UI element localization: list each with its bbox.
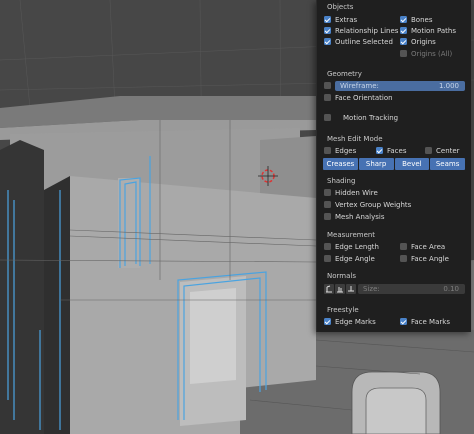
checkbox-icon <box>400 318 407 325</box>
back-door <box>118 178 140 268</box>
checkbox-icon <box>400 38 407 45</box>
checkbox-icon <box>324 82 331 89</box>
sharp-toggle[interactable]: Sharp <box>358 158 394 170</box>
display-split-normals-button[interactable] <box>335 284 345 294</box>
checkbox-icon <box>324 318 331 325</box>
wireframe-slider[interactable]: Wireframe: 1.000 <box>335 81 465 91</box>
section-title-freestyle: Freestyle <box>327 306 359 314</box>
checkbox-icon <box>324 16 331 23</box>
wireframe-value: 1.000 <box>438 82 459 90</box>
edge-marks-toggle-group: Creases Sharp Bevel Seams <box>323 158 465 170</box>
creases-toggle[interactable]: Creases <box>323 158 358 170</box>
checkbox-icon <box>324 243 331 250</box>
left-pillar <box>0 140 44 434</box>
display-face-normals-button[interactable] <box>346 284 356 294</box>
checkbox-icon <box>400 50 407 57</box>
checkbox-icon <box>400 243 407 250</box>
normals-size-label: Size: <box>363 285 380 293</box>
seams-toggle[interactable]: Seams <box>430 158 465 170</box>
display-vertex-normals-button[interactable] <box>324 284 334 294</box>
checkbox-icon <box>324 255 331 262</box>
checkbox-icon <box>400 27 407 34</box>
section-title-shading: Shading <box>327 177 356 185</box>
checkbox-icon <box>324 38 331 45</box>
armchair <box>351 371 441 434</box>
section-title-objects: Objects <box>327 3 354 11</box>
checkbox-icon <box>400 16 407 23</box>
wireframe-label: Wireframe: <box>340 82 379 90</box>
face-normals-icon <box>348 286 354 292</box>
left-wall-dark <box>44 176 70 434</box>
normals-size-value: 0.10 <box>443 285 459 293</box>
section-title-mesh-edit-mode: Mesh Edit Mode <box>327 135 383 143</box>
checkbox-icon <box>376 147 383 154</box>
checkbox-icon <box>324 147 331 154</box>
checkbox-icon <box>324 201 331 208</box>
checkbox-icon <box>324 27 331 34</box>
split-normals-icon <box>337 287 343 293</box>
checkbox-icon <box>324 114 331 121</box>
bevel-toggle[interactable]: Bevel <box>394 158 430 170</box>
section-title-geometry: Geometry <box>327 70 362 78</box>
normals-size-slider[interactable]: Size: 0.10 <box>358 284 465 294</box>
section-title-measurement: Measurement <box>327 231 376 239</box>
doorway-interior <box>190 288 236 384</box>
checkbox-icon <box>425 147 432 154</box>
vertex-normals-icon <box>326 285 332 293</box>
checkbox-icon <box>324 94 331 101</box>
section-title-normals: Normals <box>327 272 356 280</box>
checkbox-icon <box>324 189 331 196</box>
checkbox-icon <box>400 255 407 262</box>
viewport-overlays-panel: Objects Extras Relationship Lines Outlin… <box>316 0 471 332</box>
checkbox-icon <box>324 213 331 220</box>
